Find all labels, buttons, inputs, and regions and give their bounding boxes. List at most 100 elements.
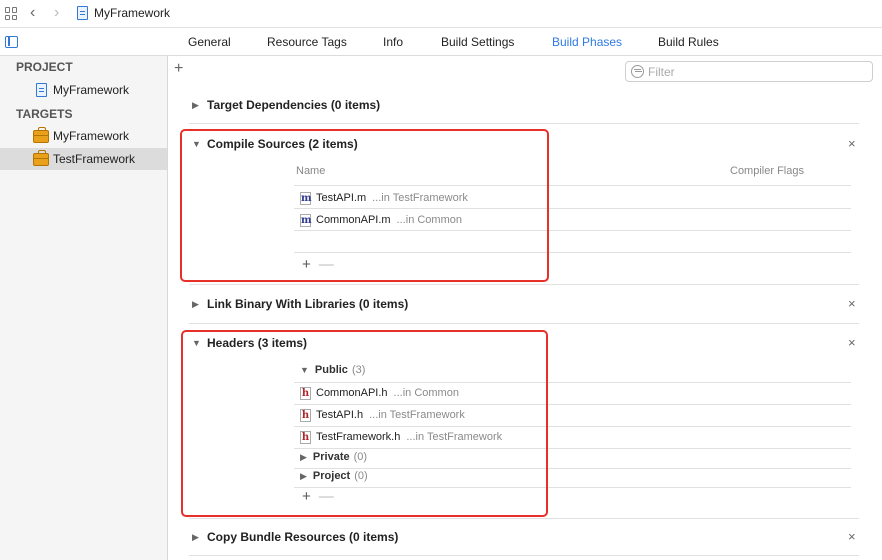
framework-target-icon xyxy=(33,126,49,143)
collapsed-disclosure-icon[interactable]: ▶ xyxy=(300,471,307,482)
file-location: ...in Common xyxy=(396,214,462,226)
sidebar-item-project[interactable]: MyFramework xyxy=(0,79,167,101)
remove-file-button[interactable]: — xyxy=(319,488,334,505)
headers-group-project[interactable]: ▶ Project (0) xyxy=(300,470,368,482)
header-file-icon: h xyxy=(300,408,311,422)
related-items-grid-icon[interactable] xyxy=(5,7,18,20)
remove-phase-close-icon[interactable]: × xyxy=(848,136,856,151)
phase-divider xyxy=(189,284,859,285)
phase-divider xyxy=(189,123,859,124)
file-location: ...in TestFramework xyxy=(369,409,465,421)
file-location: ...in TestFramework xyxy=(406,431,503,443)
table-divider xyxy=(294,252,851,253)
phase-copy-bundle-resources-title[interactable]: Copy Bundle Resources (0 items) xyxy=(207,530,398,544)
table-row[interactable]: m TestAPI.m ...in TestFramework xyxy=(300,190,468,206)
add-remove-controls: + — xyxy=(302,488,334,505)
targets-section-header: TARGETS xyxy=(16,107,73,121)
table-divider xyxy=(294,468,851,469)
phase-link-binary-title[interactable]: Link Binary With Libraries (0 items) xyxy=(207,297,408,311)
file-location: ...in TestFramework xyxy=(372,192,468,204)
table-divider xyxy=(294,426,851,427)
table-row[interactable]: m CommonAPI.m ...in Common xyxy=(300,212,462,228)
column-header-compiler-flags[interactable]: Compiler Flags xyxy=(730,165,804,177)
sidebar-toggle-icon[interactable] xyxy=(5,36,18,48)
tab-info[interactable]: Info xyxy=(383,35,403,49)
objc-source-icon: m xyxy=(300,213,312,227)
editor-tab-bar: General Resource Tags Info Build Setting… xyxy=(0,28,882,56)
table-divider xyxy=(294,230,851,231)
add-build-phase-button[interactable]: + xyxy=(174,61,183,77)
phase-target-dependencies-title[interactable]: Target Dependencies (0 items) xyxy=(207,98,380,112)
remove-file-button[interactable]: — xyxy=(319,256,334,273)
expanded-disclosure-icon[interactable]: ▼ xyxy=(300,365,309,375)
project-targets-sidebar: PROJECT MyFramework TARGETS MyFramework … xyxy=(0,56,168,560)
build-phases-editor: + ▶ Target Dependencies (0 items) ▼ Comp… xyxy=(169,56,882,560)
group-count: (3) xyxy=(351,364,366,376)
file-name: CommonAPI.m xyxy=(316,214,391,226)
remove-phase-close-icon[interactable]: × xyxy=(848,529,856,544)
add-remove-controls: + — xyxy=(302,256,334,273)
collapsed-disclosure-icon[interactable]: ▶ xyxy=(192,299,199,310)
table-divider xyxy=(294,208,851,209)
phase-headers-title[interactable]: Headers (3 items) xyxy=(207,336,307,350)
sidebar-item-label: MyFramework xyxy=(53,129,130,143)
expanded-disclosure-icon[interactable]: ▼ xyxy=(192,338,201,348)
phase-compile-sources-title[interactable]: Compile Sources (2 items) xyxy=(207,137,358,151)
sidebar-item-target-testframework[interactable]: TestFramework xyxy=(0,148,167,170)
group-name: Private xyxy=(312,451,350,463)
file-name: TestAPI.h xyxy=(316,409,364,421)
objc-source-icon: m xyxy=(300,191,312,205)
table-divider xyxy=(294,487,851,488)
tab-build-settings[interactable]: Build Settings xyxy=(441,35,514,49)
project-file-icon xyxy=(36,83,47,97)
tab-resource-tags[interactable]: Resource Tags xyxy=(267,35,347,49)
expanded-disclosure-icon[interactable]: ▼ xyxy=(192,139,201,149)
breadcrumb-title[interactable]: MyFramework xyxy=(94,6,170,20)
phase-divider xyxy=(189,323,859,324)
sidebar-item-label: TestFramework xyxy=(53,152,136,166)
collapsed-disclosure-icon[interactable]: ▶ xyxy=(300,452,307,463)
table-row[interactable]: h TestFramework.h ...in TestFramework xyxy=(300,429,502,445)
framework-target-icon xyxy=(33,149,49,166)
back-arrow-icon[interactable]: ‹ xyxy=(30,5,35,21)
filter-input[interactable] xyxy=(648,64,868,79)
file-name: TestAPI.m xyxy=(316,192,367,204)
table-divider xyxy=(294,404,851,405)
table-divider xyxy=(294,185,851,186)
group-count: (0) xyxy=(353,451,368,463)
file-name: TestFramework.h xyxy=(316,431,401,443)
table-divider xyxy=(294,448,851,449)
collapsed-disclosure-icon[interactable]: ▶ xyxy=(192,532,199,543)
headers-group-private[interactable]: ▶ Private (0) xyxy=(300,451,367,463)
headers-group-public[interactable]: ▼ Public (3) xyxy=(300,364,365,376)
phase-divider xyxy=(189,518,859,519)
filter-icon xyxy=(631,65,644,78)
table-row[interactable]: h TestAPI.h ...in TestFramework xyxy=(300,407,465,423)
title-bar: ‹ › MyFramework xyxy=(0,0,882,28)
tab-build-phases[interactable]: Build Phases xyxy=(552,35,622,49)
collapsed-disclosure-icon[interactable]: ▶ xyxy=(192,100,199,111)
project-section-header: PROJECT xyxy=(16,60,73,74)
sidebar-item-label: MyFramework xyxy=(53,83,130,97)
group-count: (0) xyxy=(354,470,368,482)
sidebar-item-target-myframework[interactable]: MyFramework xyxy=(0,125,167,147)
phase-divider xyxy=(189,555,859,556)
file-location: ...in Common xyxy=(393,387,459,399)
forward-arrow-icon[interactable]: › xyxy=(54,5,59,21)
column-header-name[interactable]: Name xyxy=(296,165,325,177)
tab-general[interactable]: General xyxy=(188,35,231,49)
group-name: Project xyxy=(312,470,351,482)
remove-phase-close-icon[interactable]: × xyxy=(848,296,856,311)
remove-phase-close-icon[interactable]: × xyxy=(848,335,856,350)
add-file-button[interactable]: + xyxy=(302,256,311,273)
header-file-icon: h xyxy=(300,386,311,400)
tab-build-rules[interactable]: Build Rules xyxy=(658,35,719,49)
group-name: Public xyxy=(314,364,348,376)
table-row[interactable]: h CommonAPI.h ...in Common xyxy=(300,385,459,401)
add-file-button[interactable]: + xyxy=(302,488,311,505)
table-divider xyxy=(294,382,851,383)
file-name: CommonAPI.h xyxy=(316,387,388,399)
header-file-icon: h xyxy=(300,430,311,444)
project-file-icon xyxy=(77,6,88,20)
filter-field[interactable] xyxy=(625,61,873,82)
